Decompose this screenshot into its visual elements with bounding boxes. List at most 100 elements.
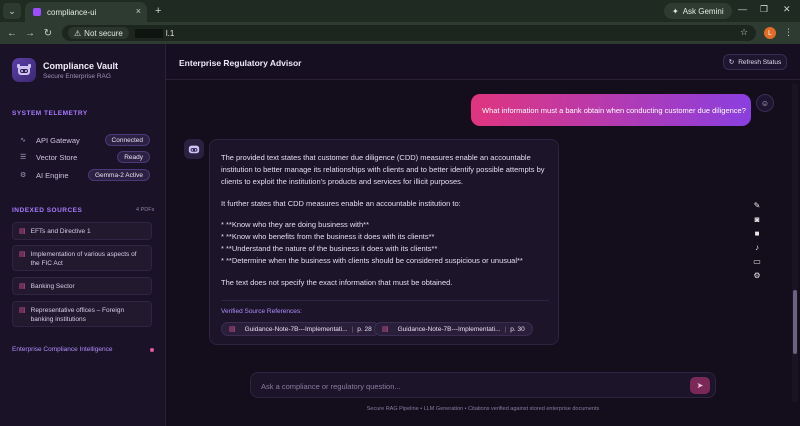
- telemetry-vector-store: ☰ Vector Store Ready: [20, 150, 150, 164]
- new-tab-button[interactable]: +: [155, 5, 161, 17]
- close-window-icon[interactable]: ✕: [783, 4, 791, 15]
- scrollbar-thumb[interactable]: [793, 290, 797, 354]
- browser-tab[interactable]: compliance-ui ×: [25, 2, 147, 22]
- tab-search-icon[interactable]: ⌄: [3, 3, 21, 19]
- status-dot-icon: [150, 348, 154, 352]
- ask-gemini-button[interactable]: ✦ Ask Gemini: [664, 3, 732, 19]
- back-icon[interactable]: ←: [3, 28, 21, 39]
- bot-avatar-icon: [184, 139, 204, 159]
- brand-name: Compliance Vault: [43, 60, 119, 71]
- top-bar: Enterprise Regulatory Advisor ↻ Refresh …: [166, 44, 800, 80]
- ref-doc: Guidance-Note-7B---Implementati...: [244, 325, 348, 333]
- pdf-file-icon: ▤: [19, 307, 26, 314]
- answer-bullet: * **Determine when the business with cli…: [221, 256, 523, 266]
- not-secure-chip[interactable]: ⚠ Not secure: [68, 27, 129, 39]
- source-reference-chip[interactable]: ▤ Guidance-Note-7B---Implementati... | p…: [374, 322, 533, 336]
- refs-divider: [221, 300, 549, 301]
- assistant-message: The provided text states that customer d…: [209, 139, 559, 345]
- reload-icon[interactable]: ↻: [39, 28, 57, 39]
- forward-icon[interactable]: →: [21, 28, 39, 39]
- question-input[interactable]: [261, 380, 681, 392]
- pdf-file-icon: ▤: [19, 228, 26, 235]
- user-message: What information must a bank obtain when…: [471, 94, 751, 126]
- sidebar-footer: Enterprise Compliance Intelligence: [12, 346, 113, 353]
- browser-tab-bar: ⌄ compliance-ui × + ✦ Ask Gemini — ❐ ✕: [0, 0, 800, 22]
- source-title: Banking Sector: [30, 283, 75, 290]
- refs-label: Verified Source References:: [221, 308, 302, 315]
- answer-paragraph: The provided text states that customer d…: [221, 153, 545, 187]
- source-title: Representative offices – Foreign banking…: [30, 307, 125, 323]
- activity-icon: ∿: [20, 137, 26, 144]
- refresh-status-button[interactable]: ↻ Refresh Status: [723, 54, 787, 70]
- status-badge: Gemma-2 Active: [87, 169, 150, 181]
- sidebar: Compliance Vault Secure Enterprise RAG S…: [0, 44, 166, 426]
- source-title: EFTs and Directive 1: [30, 228, 91, 235]
- tab-close-icon[interactable]: ×: [136, 6, 141, 16]
- url-text: l.1: [165, 28, 175, 38]
- sources-heading: INDEXED SOURCES: [12, 207, 83, 214]
- sources-count: 4 PDFs: [136, 207, 155, 213]
- pdf-file-icon: ▤: [229, 326, 236, 333]
- restore-icon[interactable]: ❐: [760, 4, 768, 15]
- ref-page: p. 30: [510, 325, 525, 333]
- camera-icon[interactable]: ◙: [755, 215, 760, 224]
- pipeline-footnote: Secure RAG Pipeline • LLM Generation • C…: [366, 406, 600, 412]
- window-icon[interactable]: ▭: [753, 257, 761, 266]
- pdf-file-icon: ▤: [19, 251, 26, 258]
- brand-subtitle: Secure Enterprise RAG: [43, 72, 111, 80]
- source-item[interactable]: ▤ Banking Sector: [12, 277, 152, 295]
- telemetry-label: Vector Store: [36, 152, 78, 162]
- ref-doc: Guidance-Note-7B---Implementati...: [397, 325, 501, 333]
- url-input[interactable]: ⚠ Not secure l.1: [62, 25, 756, 41]
- source-title: Implementation of various aspects of the…: [30, 251, 137, 267]
- video-icon[interactable]: ■: [755, 229, 760, 238]
- bookmark-star-icon[interactable]: ☆: [740, 27, 748, 38]
- gemini-icon: ✦: [672, 6, 679, 16]
- redacted-url: [134, 28, 163, 38]
- minimize-icon[interactable]: —: [738, 4, 747, 14]
- robot-logo-icon: [12, 58, 36, 82]
- composer: ➤: [250, 372, 716, 398]
- pdf-file-icon: ▤: [382, 326, 389, 333]
- telemetry-label: API Gateway: [36, 135, 80, 145]
- answer-paragraph: It further states that CDD measures enab…: [221, 198, 461, 208]
- tab-title: compliance-ui: [47, 7, 97, 17]
- ask-gemini-label: Ask Gemini: [682, 6, 724, 16]
- pen-icon[interactable]: ✎: [754, 201, 761, 210]
- telemetry-api-gateway: ∿ API Gateway Connected: [20, 133, 150, 147]
- pdf-file-icon: ▤: [19, 283, 26, 290]
- send-button[interactable]: ➤: [690, 377, 710, 394]
- tab-favicon-icon: [33, 8, 41, 16]
- not-secure-label: Not secure: [84, 28, 123, 38]
- chat-main: Enterprise Regulatory Advisor ↻ Refresh …: [166, 44, 800, 426]
- source-item[interactable]: ▤ Representative offices – Foreign banki…: [12, 301, 152, 327]
- scrollbar[interactable]: [792, 84, 798, 402]
- refresh-label: Refresh Status: [738, 58, 782, 66]
- answer-bullet: * **Know who benefits from the business …: [221, 232, 435, 242]
- warning-icon: ⚠: [74, 28, 82, 38]
- send-icon: ➤: [696, 381, 704, 390]
- browser-address-bar: ← → ↻ ⚠ Not secure l.1 ☆ L ⋮: [0, 22, 800, 44]
- settings-gear-icon[interactable]: ⚙: [753, 271, 760, 280]
- telemetry-label: AI Engine: [36, 170, 69, 180]
- user-avatar-icon: ☺: [756, 94, 774, 112]
- telemetry-heading: SYSTEM TELEMETRY: [12, 110, 88, 117]
- answer-paragraph: The text does not specify the exact info…: [221, 277, 453, 287]
- brand: Compliance Vault Secure Enterprise RAG: [12, 58, 118, 82]
- telemetry-ai-engine: ⚙ AI Engine Gemma-2 Active: [20, 168, 150, 182]
- status-badge: Ready: [117, 151, 150, 163]
- page-title: Enterprise Regulatory Advisor: [179, 58, 302, 68]
- cpu-icon: ⚙: [20, 172, 27, 179]
- mic-icon[interactable]: ♪: [755, 243, 759, 252]
- source-item[interactable]: ▤ EFTs and Directive 1: [12, 222, 152, 240]
- profile-avatar-icon[interactable]: L: [764, 27, 776, 39]
- floating-toolbar: ✎ ◙ ■ ♪ ▭ ⚙: [750, 201, 764, 280]
- ref-page: p. 28: [357, 325, 372, 333]
- browser-menu-icon[interactable]: ⋮: [784, 27, 793, 38]
- answer-bullet: * **Understand the nature of the busines…: [221, 244, 438, 254]
- refresh-icon: ↻: [728, 59, 735, 66]
- status-badge: Connected: [104, 134, 150, 146]
- source-item[interactable]: ▤ Implementation of various aspects of t…: [12, 245, 152, 271]
- answer-bullet: * **Know who they are doing business wit…: [221, 219, 370, 229]
- source-reference-chip[interactable]: ▤ Guidance-Note-7B---Implementati... | p…: [221, 322, 380, 336]
